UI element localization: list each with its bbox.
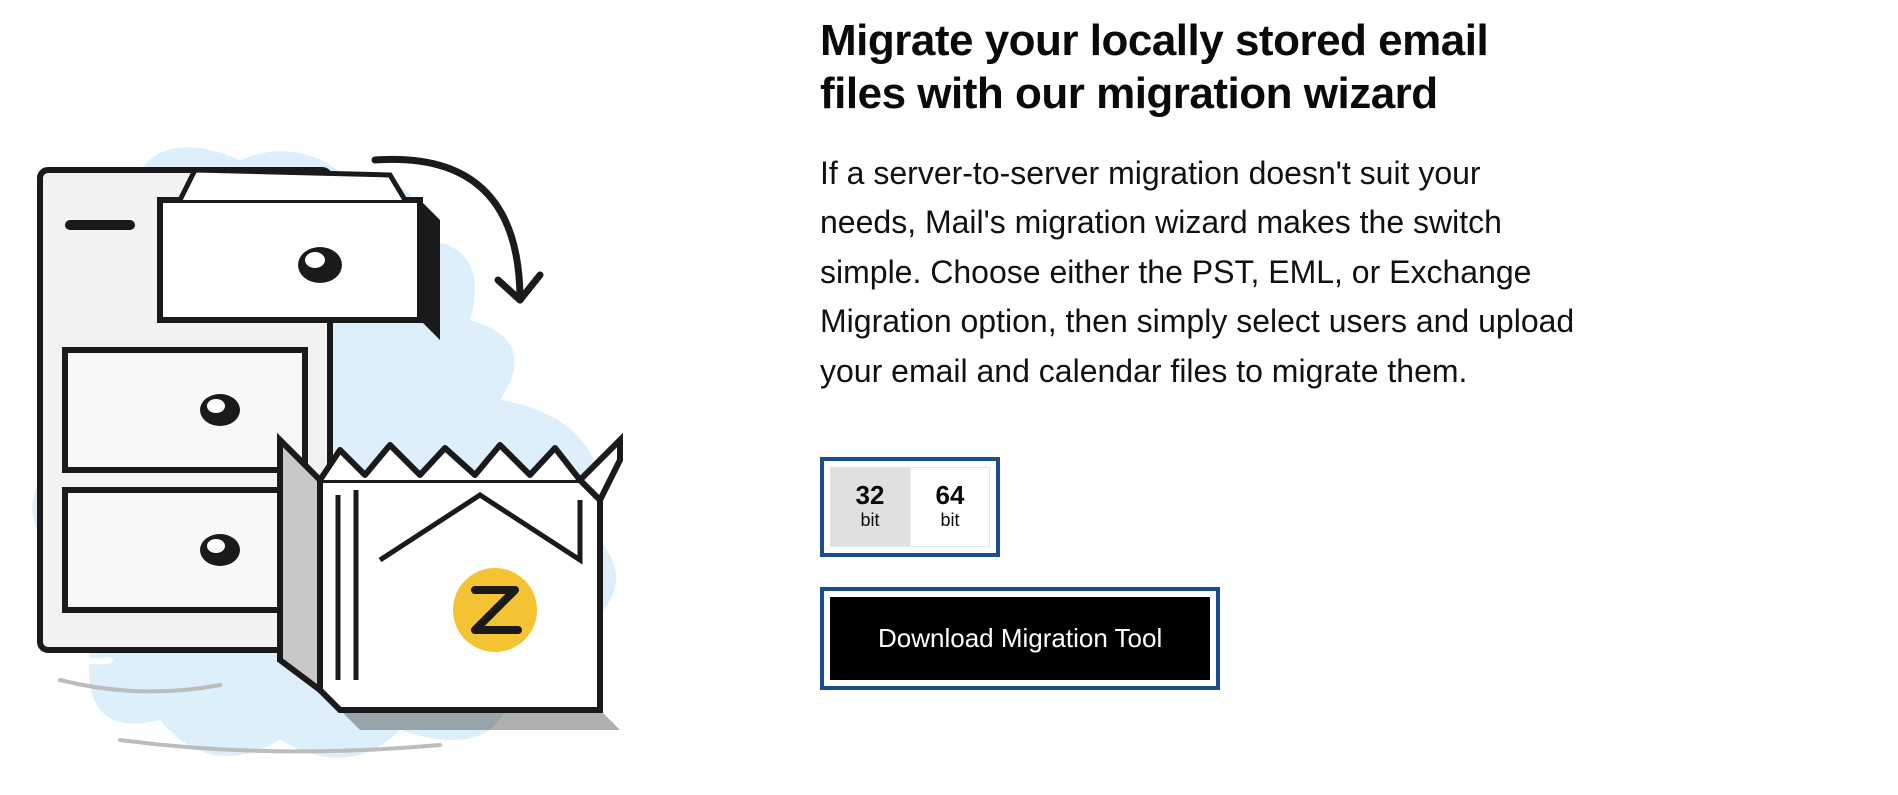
illustration-column: [0, 0, 820, 770]
migration-illustration: [20, 140, 640, 790]
download-migration-tool-button[interactable]: Download Migration Tool: [830, 597, 1210, 680]
bit-option-64[interactable]: 64 bit: [910, 467, 990, 547]
bit-num: 64: [936, 482, 965, 508]
section-heading: Migrate your locally stored email files …: [820, 15, 1540, 121]
bit-option-32[interactable]: 32 bit: [830, 467, 910, 547]
bit-num: 32: [856, 482, 885, 508]
content-column: Migrate your locally stored email files …: [820, 0, 1898, 770]
bit-label: bit: [860, 510, 879, 532]
download-button-frame: Download Migration Tool: [820, 587, 1220, 690]
bit-label: bit: [940, 510, 959, 532]
section-body: If a server-to-server migration doesn't …: [820, 149, 1580, 397]
bit-selector: 32 bit 64 bit: [820, 457, 1000, 557]
